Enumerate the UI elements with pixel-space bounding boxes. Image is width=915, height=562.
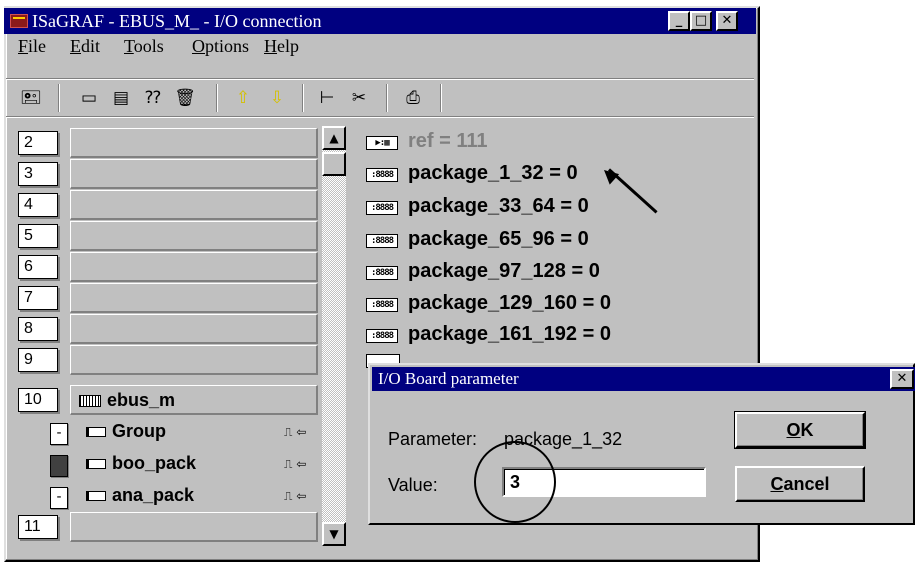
toolbar-separator bbox=[302, 84, 304, 112]
channel-row-group[interactable]: - Group ⎍ ⇦ bbox=[14, 417, 314, 445]
slot-cell[interactable] bbox=[70, 314, 318, 344]
dialog-title: I/O Board parameter bbox=[372, 367, 915, 391]
integer-var-icon: :8888 bbox=[366, 266, 398, 280]
parameter-label: Parameter: bbox=[388, 429, 478, 449]
close-button[interactable]: ✕ bbox=[716, 11, 738, 31]
expand-toggle[interactable]: - bbox=[50, 423, 68, 445]
minimize-button[interactable]: _ bbox=[668, 11, 690, 31]
slot-row[interactable]: 9 bbox=[14, 345, 318, 375]
slot-cell[interactable] bbox=[70, 190, 318, 220]
menu-options[interactable]: Options bbox=[192, 36, 249, 57]
connect-icon[interactable]: ▭ bbox=[76, 86, 102, 110]
slot-number: 9 bbox=[18, 348, 58, 372]
slot-row[interactable]: 11 bbox=[14, 512, 318, 542]
slot-cell[interactable] bbox=[70, 512, 318, 542]
integer-var-icon: :8888 bbox=[366, 298, 398, 312]
slot-cell[interactable] bbox=[70, 345, 318, 375]
scroll-down-button[interactable]: ▼ bbox=[322, 522, 346, 546]
toolbar-separator bbox=[216, 84, 218, 112]
slot-row[interactable]: 5 bbox=[14, 221, 318, 251]
dialog-close-button[interactable]: ✕ bbox=[890, 369, 914, 389]
channel-icon bbox=[86, 491, 106, 502]
toolbar-separator bbox=[440, 84, 442, 112]
slot-row[interactable]: 6 bbox=[14, 252, 318, 282]
integer-var-icon: :8888 bbox=[366, 201, 398, 215]
open-board-icon[interactable]: 🖭 bbox=[18, 86, 44, 110]
toolbar-bottom-divider bbox=[6, 116, 754, 118]
channel-icon bbox=[86, 459, 106, 470]
scroll-up-button[interactable]: ▲ bbox=[322, 126, 346, 150]
delete-icon[interactable]: 🗑 bbox=[172, 86, 198, 110]
variable-package-97-128[interactable]: :8888 package_97_128 = 0 bbox=[366, 260, 600, 288]
slot-cell[interactable] bbox=[70, 283, 318, 313]
value-label: Value: bbox=[388, 475, 438, 495]
integer-var-icon: :8888 bbox=[366, 234, 398, 248]
slot-number: 6 bbox=[18, 255, 58, 279]
io-direction-icon: ⎍ ⇦ bbox=[284, 489, 307, 503]
expand-toggle[interactable]: - bbox=[50, 487, 68, 509]
help-icon[interactable]: ⁇ bbox=[140, 86, 166, 110]
slot-number: 7 bbox=[18, 286, 58, 310]
variable-package-161-192[interactable]: :8888 package_161_192 = 0 bbox=[366, 323, 611, 351]
scroll-thumb[interactable] bbox=[322, 152, 346, 176]
title-bar: ISaGRAF - EBUS_M_ - I/O connection _ □ ✕ bbox=[4, 8, 756, 34]
cut-icon[interactable]: ✂ bbox=[346, 86, 372, 110]
io-direction-icon: ⎍ ⇦ bbox=[284, 457, 307, 471]
variable-package-65-96[interactable]: :8888 package_65_96 = 0 bbox=[366, 228, 589, 256]
menu-edit[interactable]: Edit bbox=[70, 36, 100, 57]
variable-ref[interactable]: ▶:▦ ref = 111 bbox=[366, 130, 488, 158]
window-title: ISaGRAF - EBUS_M_ - I/O connection bbox=[32, 11, 322, 31]
slot-number: 5 bbox=[18, 224, 58, 248]
list-icon[interactable]: ▤ bbox=[108, 86, 134, 110]
slot-number: 11 bbox=[18, 515, 58, 539]
annotation-circle bbox=[474, 441, 556, 523]
slot-number: 4 bbox=[18, 193, 58, 217]
slot-row[interactable]: 3 bbox=[14, 159, 318, 189]
slot-number: 2 bbox=[18, 131, 58, 155]
channel-row-ana-pack[interactable]: - ana_pack ⎍ ⇦ bbox=[14, 481, 314, 509]
down-arrow-icon[interactable]: ⇩ bbox=[264, 86, 290, 110]
slot-row-ebus-m[interactable]: 10 ebus_m bbox=[14, 385, 318, 415]
toolbar-top-divider bbox=[6, 78, 754, 80]
slot-row[interactable]: 7 bbox=[14, 283, 318, 313]
slot-cell[interactable] bbox=[70, 221, 318, 251]
print-icon[interactable]: ⎙ bbox=[400, 86, 426, 110]
slot-number: 3 bbox=[18, 162, 58, 186]
io-direction-icon: ⎍ ⇦ bbox=[284, 425, 307, 439]
toolbar-separator bbox=[386, 84, 388, 112]
toolbar-separator bbox=[58, 84, 60, 112]
isagraf-app-icon bbox=[10, 14, 28, 28]
menu-file[interactable]: File bbox=[18, 36, 46, 57]
tree-icon[interactable]: ⊢ bbox=[314, 86, 340, 110]
slot-row[interactable]: 2 bbox=[14, 128, 318, 158]
menu-tools[interactable]: Tools bbox=[124, 36, 164, 57]
vertical-scrollbar[interactable] bbox=[322, 126, 346, 546]
channel-row-boo-pack[interactable]: boo_pack ⎍ ⇦ bbox=[14, 449, 314, 477]
maximize-button[interactable]: □ bbox=[690, 11, 712, 31]
channel-icon bbox=[86, 427, 106, 438]
slot-cell[interactable] bbox=[70, 252, 318, 282]
up-arrow-icon[interactable]: ⇧ bbox=[230, 86, 256, 110]
integer-var-icon: :8888 bbox=[366, 168, 398, 182]
slot-row[interactable]: 4 bbox=[14, 190, 318, 220]
variable-package-33-64[interactable]: :8888 package_33_64 = 0 bbox=[366, 195, 589, 223]
integer-var-icon: :8888 bbox=[366, 329, 398, 343]
ok-button[interactable]: OK bbox=[734, 411, 866, 449]
slot-cell[interactable] bbox=[70, 159, 318, 189]
variable-package-1-32[interactable]: :8888 package_1_32 = 0 bbox=[366, 162, 578, 190]
slot-cell[interactable] bbox=[70, 128, 318, 158]
variable-package-129-160[interactable]: :8888 package_129_160 = 0 bbox=[366, 292, 611, 320]
menu-help[interactable]: Help bbox=[264, 36, 299, 57]
integer-var-icon: ▶:▦ bbox=[366, 136, 398, 150]
slot-row[interactable]: 8 bbox=[14, 314, 318, 344]
slot-cell[interactable]: ebus_m bbox=[70, 385, 318, 415]
slot-number: 10 bbox=[18, 388, 58, 412]
board-icon bbox=[79, 395, 101, 408]
cancel-button[interactable]: Cancel bbox=[735, 466, 865, 502]
slot-number: 8 bbox=[18, 317, 58, 341]
expand-toggle[interactable] bbox=[50, 455, 68, 477]
